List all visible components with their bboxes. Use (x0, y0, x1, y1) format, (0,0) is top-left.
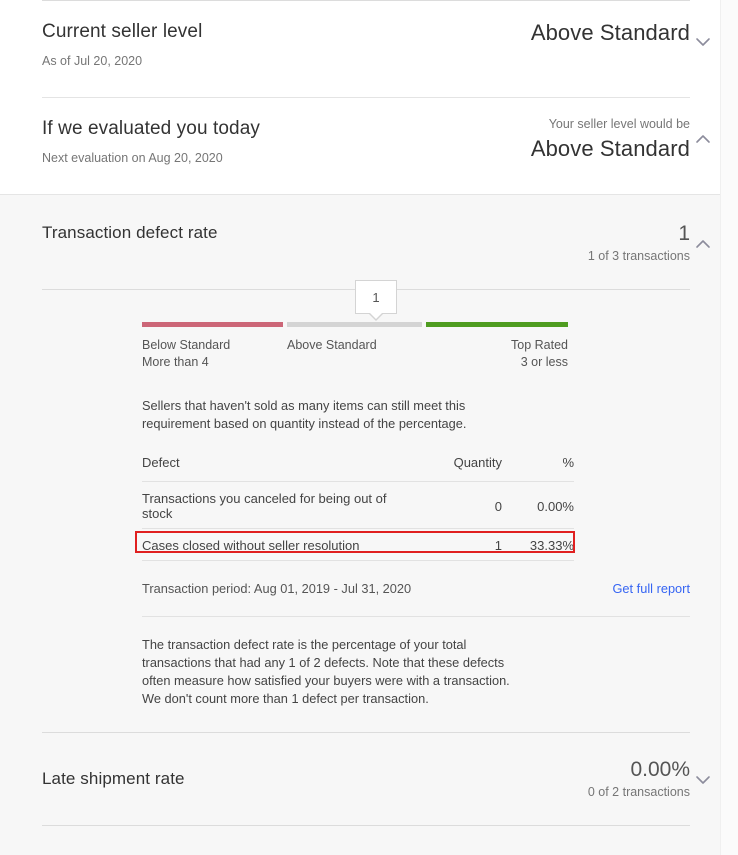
evaluation-title: If we evaluated you today (42, 118, 260, 139)
gauge-label-text: Below Standard (142, 338, 231, 352)
defect-table-body: Transactions you canceled for being out … (142, 481, 574, 561)
current-seller-level-title: Current seller level (42, 21, 203, 42)
seller-level-panel: Current seller level As of Jul 20, 2020 … (0, 0, 738, 195)
gauge-label-text: Above Standard (287, 338, 377, 352)
defect-percent-cell: 33.33% (502, 528, 574, 561)
evaluation-value: Above Standard (530, 136, 690, 161)
seller-standards-page: Current seller level As of Jul 20, 2020 … (0, 0, 738, 855)
gauge-segment-above-standard (287, 322, 422, 327)
transaction-defect-rate-value: 1 (678, 222, 690, 245)
current-seller-level-value: Above Standard (530, 20, 690, 45)
gauge-segment-top-rated (426, 322, 568, 327)
chevron-up-icon[interactable] (692, 128, 714, 150)
standards-gauge: 1 Below Standard More than 4 Above Stand… (0, 280, 738, 371)
late-shipment-rate-value: 0.00% (630, 758, 690, 781)
gauge-label-above-standard: Above Standard (287, 337, 426, 371)
gauge-label-sub: More than 4 (142, 355, 209, 369)
table-row: Transactions you canceled for being out … (142, 481, 574, 529)
current-seller-level-text: Current seller level As of Jul 20, 2020 (0, 19, 531, 70)
current-seller-level-subtitle: As of Jul 20, 2020 (42, 54, 143, 68)
transaction-defect-rate-title: Transaction defect rate (42, 223, 218, 242)
evaluation-subtitle: Next evaluation on Aug 20, 2020 (42, 151, 223, 165)
gauge-label-top-rated: Top Rated 3 or less (426, 337, 568, 371)
transaction-defect-rate-summary: 1 1 of 3 transactions (588, 221, 738, 265)
transaction-period-row: Transaction period: Aug 01, 2019 - Jul 3… (0, 580, 738, 598)
defect-table-head: Defect Quantity % (142, 455, 574, 482)
transaction-defect-rate-header[interactable]: Transaction defect rate 1 1 of 3 transac… (0, 195, 738, 289)
defect-table-wrapper: Defect Quantity % Transactions you cance… (0, 455, 738, 561)
gauge-label-below-standard: Below Standard More than 4 (142, 337, 287, 371)
table-row: Cases closed without seller resolution 1… (142, 528, 574, 561)
page-scrollbar[interactable] (720, 0, 738, 855)
defect-quantity-cell: 1 (420, 528, 502, 561)
defect-name-cell: Transactions you canceled for being out … (142, 481, 420, 529)
transaction-defect-rate-description: The transaction defect rate is the perce… (142, 637, 510, 706)
defect-percent-cell: 0.00% (502, 481, 574, 529)
column-header-defect: Defect (142, 455, 420, 482)
column-header-quantity: Quantity (420, 455, 502, 482)
gauge-marker-value: 1 (372, 289, 380, 305)
late-shipment-rate-title: Late shipment rate (42, 769, 185, 788)
late-shipment-rate-summary: 0.00% 0 of 2 transactions (588, 757, 738, 801)
chevron-down-icon[interactable] (692, 769, 714, 791)
gauge-segment-below-standard (142, 322, 283, 327)
gauge-marker-callout: 1 (355, 280, 397, 314)
chevron-down-icon[interactable] (692, 31, 714, 53)
chevron-up-icon[interactable] (692, 233, 714, 255)
evaluation-text: If we evaluated you today Next evaluatio… (0, 116, 531, 167)
evaluation-caption: Your seller level would be (548, 117, 690, 131)
divider-bottom (42, 825, 690, 826)
table-header-row: Defect Quantity % (142, 455, 574, 482)
late-shipment-rate-row[interactable]: Late shipment rate 0.00% 0 of 2 transact… (0, 733, 738, 825)
evaluation-row[interactable]: If we evaluated you today Next evaluatio… (0, 98, 738, 194)
divider-before-description (142, 616, 690, 617)
late-shipment-rate-count: 0 of 2 transactions (587, 785, 690, 799)
gauge-bar-track (142, 322, 568, 327)
transaction-defect-rate-count: 1 of 3 transactions (587, 249, 690, 263)
gauge-labels: Below Standard More than 4 Above Standar… (142, 337, 568, 371)
current-seller-level-row[interactable]: Current seller level As of Jul 20, 2020 … (0, 1, 738, 97)
defect-table: Defect Quantity % Transactions you cance… (142, 455, 574, 561)
transaction-defect-rate-section: Transaction defect rate 1 1 of 3 transac… (0, 195, 738, 826)
gauge-label-sub: 3 or less (520, 355, 568, 369)
get-full-report-link[interactable]: Get full report (612, 580, 690, 598)
quantity-requirement-note: Sellers that haven't sold as many items … (142, 398, 467, 431)
defect-name-cell: Cases closed without seller resolution (142, 528, 420, 561)
defect-quantity-cell: 0 (420, 481, 502, 529)
gauge-label-text: Top Rated (511, 338, 568, 352)
column-header-percent: % (502, 455, 574, 482)
transaction-period-label: Transaction period: Aug 01, 2019 - Jul 3… (142, 581, 412, 596)
